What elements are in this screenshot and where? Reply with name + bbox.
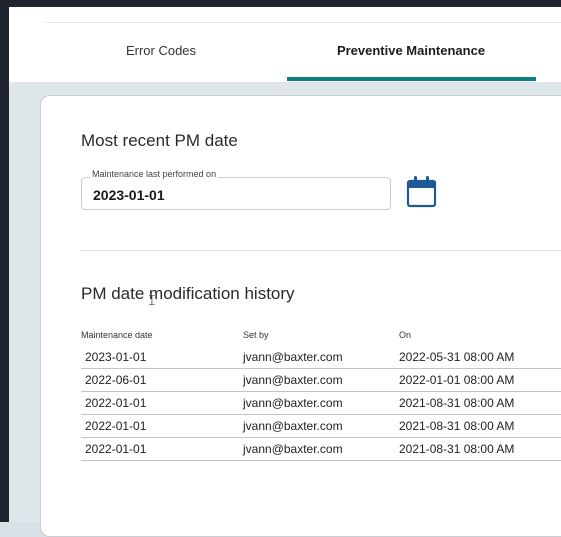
text-cursor-icon: 𝙸	[147, 292, 157, 308]
table-row: 2022-06-01 jvann@baxter.com 2022-01-01 0…	[81, 369, 561, 392]
cell-set-by: jvann@baxter.com	[243, 442, 343, 456]
cell-maintenance-date: 2023-01-01	[85, 350, 147, 364]
history-table: Maintenance date Set by On 2023-01-01 jv…	[81, 324, 561, 461]
cell-set-by: jvann@baxter.com	[243, 373, 343, 387]
active-tab-indicator	[287, 77, 536, 81]
tab-preventive-maintenance[interactable]: Preventive Maintenance	[286, 43, 536, 65]
history-header: Maintenance date Set by On	[81, 324, 561, 346]
cell-maintenance-date: 2022-01-01	[85, 442, 147, 456]
last-performed-label: Maintenance last performed on	[90, 169, 219, 179]
cell-set-by: jvann@baxter.com	[243, 419, 343, 433]
calendar-icon[interactable]	[406, 175, 438, 209]
section-divider	[81, 250, 561, 251]
tabs-top-rule	[45, 22, 561, 23]
table-row: 2022-01-01 jvann@baxter.com 2021-08-31 0…	[81, 392, 561, 415]
window-left-edge	[0, 0, 9, 522]
cell-on: 2022-05-31 08:00 AM	[399, 350, 515, 364]
pm-card: Most recent PM date Maintenance last per…	[40, 95, 561, 537]
tabs-panel: Error Codes Preventive Maintenance	[9, 7, 561, 82]
last-performed-value: 2023-01-01	[93, 187, 165, 203]
table-row: 2022-01-01 jvann@baxter.com 2021-08-31 0…	[81, 415, 561, 438]
table-row: 2022-01-01 jvann@baxter.com 2021-08-31 0…	[81, 438, 561, 461]
cell-maintenance-date: 2022-06-01	[85, 373, 147, 387]
recent-pm-title: Most recent PM date	[81, 131, 238, 150]
last-performed-field[interactable]: Maintenance last performed on 2023-01-01	[81, 169, 391, 210]
cell-on: 2021-08-31 08:00 AM	[399, 396, 515, 410]
col-maintenance-date: Maintenance date	[81, 330, 153, 340]
cell-on: 2021-08-31 08:00 AM	[399, 419, 515, 433]
cell-maintenance-date: 2022-01-01	[85, 396, 147, 410]
col-set-by: Set by	[243, 330, 269, 340]
tab-error-codes[interactable]: Error Codes	[81, 43, 241, 65]
cell-set-by: jvann@baxter.com	[243, 396, 343, 410]
col-on: On	[399, 330, 412, 340]
history-title: PM date modification history	[81, 284, 295, 303]
table-row: 2023-01-01 jvann@baxter.com 2022-05-31 0…	[81, 346, 561, 369]
cell-on: 2021-08-31 08:00 AM	[399, 442, 515, 456]
cell-set-by: jvann@baxter.com	[243, 350, 343, 364]
cell-on: 2022-01-01 08:00 AM	[399, 373, 515, 387]
cell-maintenance-date: 2022-01-01	[85, 419, 147, 433]
window-top-edge	[9, 0, 561, 7]
